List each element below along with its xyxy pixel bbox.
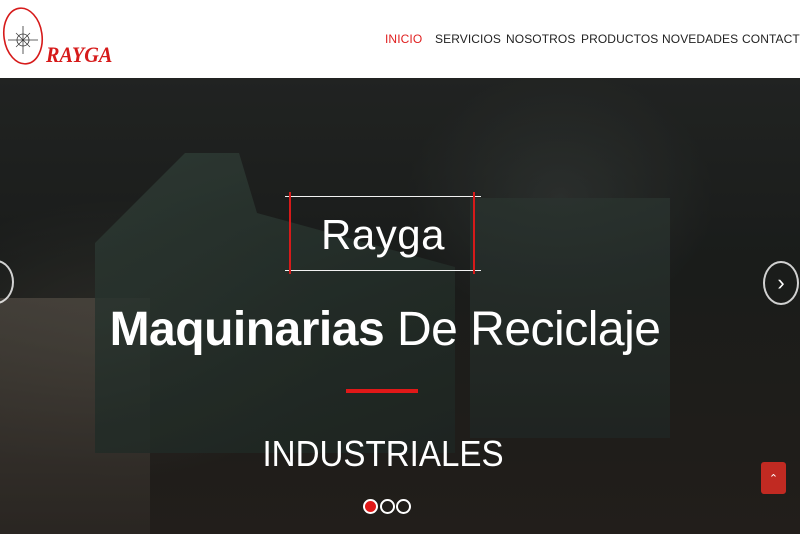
hero-slider: Rayga Maquinarias De Reciclaje INDUSTRIA…: [0, 78, 800, 534]
slide-dot-1[interactable]: [363, 499, 378, 514]
nav-inicio[interactable]: INICIO: [385, 31, 422, 47]
slide-dot-3[interactable]: [396, 499, 411, 514]
nav-novedades[interactable]: NOVEDADES: [662, 31, 738, 47]
nav-nosotros[interactable]: NOSOTROS: [506, 31, 575, 47]
nav-servicios[interactable]: SERVICIOS: [435, 31, 501, 47]
logo-text: RAYGA: [46, 42, 113, 67]
nav-contacto[interactable]: CONTACTO: [742, 31, 800, 47]
hero-subtitle: INDUSTRIALES: [262, 433, 504, 474]
title-divider: [346, 389, 418, 393]
slide-dot-2[interactable]: [380, 499, 395, 514]
hero-title-bold: Maquinarias: [109, 303, 385, 356]
hero-title: Maquinarias De Reciclaje: [0, 306, 770, 354]
hero-brand-title: Rayga: [321, 211, 445, 258]
chevron-right-icon: ›: [777, 270, 785, 295]
nav-productos[interactable]: PRODUCTOS: [581, 31, 658, 47]
logo[interactable]: RAYGA: [2, 4, 112, 74]
hero-title-light: De Reciclaje: [396, 303, 661, 356]
chevron-up-icon: ⌃: [768, 472, 779, 485]
next-slide-button[interactable]: ›: [763, 261, 799, 305]
scroll-top-button[interactable]: ⌃: [761, 462, 786, 494]
site-header: RAYGA INICIO SERVICIOS NOSOTROS PRODUCTO…: [0, 0, 800, 78]
